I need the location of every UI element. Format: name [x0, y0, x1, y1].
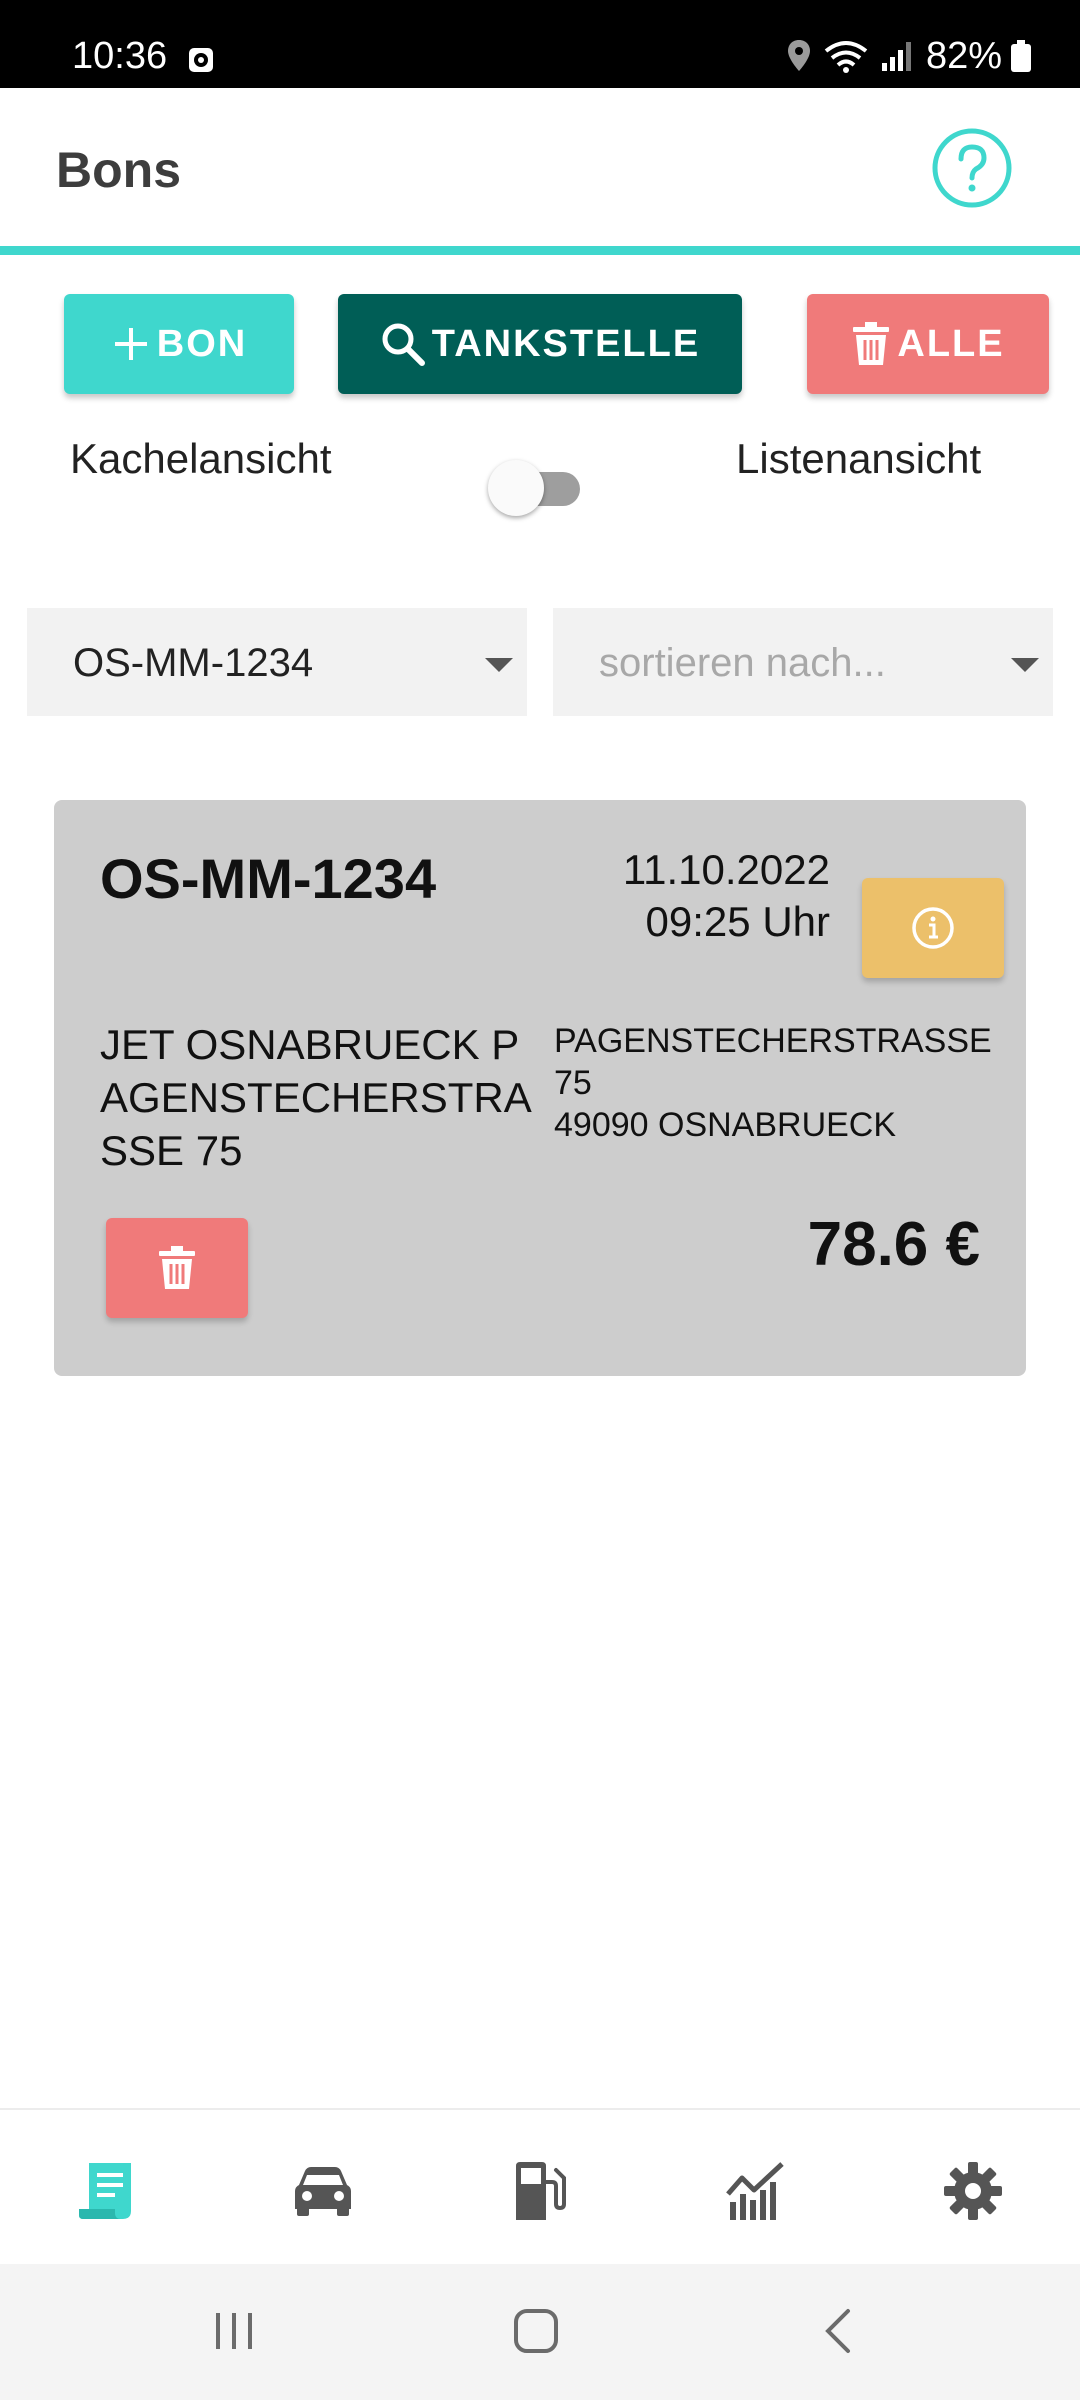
receipt-date: 11.10.2022: [622, 846, 830, 893]
recent-apps-button[interactable]: [204, 2306, 264, 2356]
receipt-info-button[interactable]: [862, 878, 1004, 978]
toggle-thumb: [488, 460, 544, 516]
receipt-price: 78.6 €: [807, 1210, 980, 1279]
recent-apps-icon: [216, 2313, 252, 2349]
receipt-icon: [79, 2163, 131, 2219]
info-icon: [912, 907, 954, 949]
add-bon-button[interactable]: BON: [64, 294, 294, 394]
search-icon: [382, 323, 425, 366]
back-button[interactable]: [808, 2306, 868, 2356]
delete-all-label: ALLE: [897, 322, 1005, 365]
chevron-down-icon: [485, 658, 513, 672]
chart-icon: [726, 2162, 784, 2220]
status-bar: 10:36 82%: [0, 0, 1080, 88]
nav-fuel[interactable]: [505, 2156, 575, 2226]
plus-icon: [114, 328, 147, 360]
wifi-icon: [824, 41, 868, 73]
car-icon: [295, 2167, 351, 2216]
search-station-button[interactable]: TANKSTELLE: [338, 294, 742, 394]
bottom-navigation: [0, 2108, 1080, 2264]
chevron-down-icon: [1011, 658, 1039, 672]
nav-receipts[interactable]: [72, 2156, 142, 2226]
location-icon: [787, 40, 810, 71]
receipt-time: 09:25 Uhr: [645, 898, 830, 945]
add-bon-label: BON: [156, 322, 248, 365]
sort-select-placeholder: sortieren nach...: [599, 641, 886, 685]
search-station-label: TANKSTELLE: [431, 322, 701, 365]
vehicle-select[interactable]: OS-MM-1234: [27, 608, 527, 716]
receipt-address: PAGENSTECHERSTRASSE 75 49090 OSNABRUECK: [554, 1020, 994, 1146]
battery-icon: [1011, 40, 1031, 72]
receipt-address-city: 49090 OSNABRUECK: [554, 1106, 897, 1144]
delete-all-button[interactable]: ALLE: [807, 294, 1049, 394]
home-icon: [514, 2309, 558, 2353]
header-divider: [0, 246, 1080, 255]
receipt-station-name: JET OSNABRUECK PAGENSTECHERSTRASSE 75: [100, 1021, 532, 1174]
home-button[interactable]: [506, 2306, 566, 2356]
receipt-plate: OS-MM-1234: [100, 847, 437, 910]
receipt-card[interactable]: OS-MM-1234 11.10.2022 09:25 Uhr JET OSNA…: [54, 800, 1026, 1376]
view-toggle-switch[interactable]: [488, 458, 592, 518]
receipt-address-street: PAGENSTECHERSTRASSE 75: [554, 1022, 992, 1102]
app-notification-icon: [189, 48, 213, 72]
help-icon[interactable]: [930, 126, 1014, 210]
nav-vehicles[interactable]: [288, 2156, 358, 2226]
battery-percent: 82%: [925, 34, 1002, 77]
signal-icon: [881, 42, 911, 71]
tile-view-label: Kachelansicht: [70, 435, 332, 482]
vehicle-select-value: OS-MM-1234: [73, 641, 314, 685]
list-view-label: Listenansicht: [736, 435, 982, 482]
page-title: Bons: [56, 142, 181, 198]
receipt-delete-button[interactable]: [106, 1218, 248, 1318]
sort-select[interactable]: sortieren nach...: [553, 608, 1053, 716]
nav-statistics[interactable]: [721, 2156, 791, 2226]
trash-icon: [159, 1246, 195, 1289]
app-header: Bons: [0, 88, 1080, 246]
settings-icon: [944, 2162, 1002, 2220]
status-time: 10:36: [72, 35, 168, 77]
fuel-icon: [516, 2162, 566, 2220]
system-navigation-bar: [0, 2264, 1080, 2400]
back-icon: [825, 2309, 850, 2353]
trash-icon: [853, 322, 890, 365]
nav-settings[interactable]: [938, 2156, 1008, 2226]
